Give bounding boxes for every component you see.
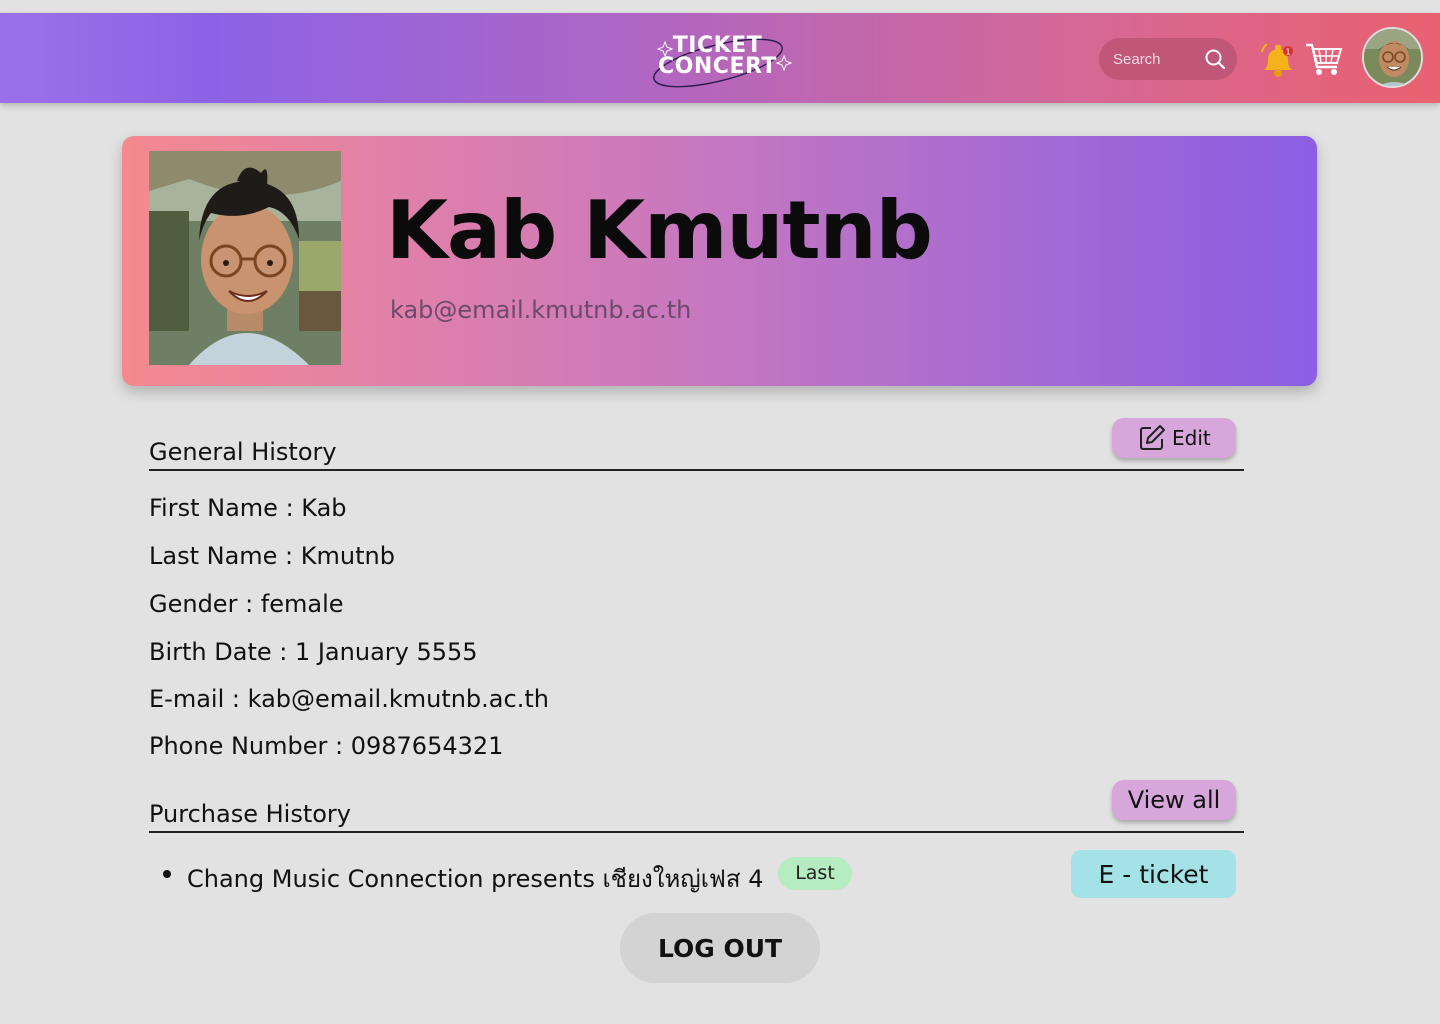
search-icon[interactable] <box>1204 48 1226 70</box>
e-ticket-button[interactable]: E - ticket <box>1071 850 1236 898</box>
last-name-field: Last Name : Kmutnb <box>149 542 395 570</box>
search-box[interactable] <box>1099 38 1237 80</box>
profile-photo <box>149 151 341 365</box>
general-history-title: General History <box>149 438 337 466</box>
user-avatar[interactable] <box>1362 27 1423 88</box>
profile-card: Kab Kmutnb kab@email.kmutnb.ac.th <box>122 136 1317 386</box>
phone-number-field: Phone Number : 0987654321 <box>149 732 504 760</box>
bell-icon[interactable]: 1 <box>1258 40 1298 80</box>
logo-line-2: CONCERT <box>658 54 777 79</box>
profile-email: kab@email.kmutnb.ac.th <box>390 296 692 324</box>
section-divider <box>149 469 1244 471</box>
purchase-event-name: Chang Music Connection presents เชียงใหญ… <box>187 865 764 893</box>
edit-label: Edit <box>1172 426 1211 450</box>
email-field: E-mail : kab@email.kmutnb.ac.th <box>149 685 549 713</box>
edit-icon <box>1140 425 1165 450</box>
bullet-icon <box>163 870 171 878</box>
profile-name: Kab Kmutnb <box>386 184 933 277</box>
gender-field: Gender : female <box>149 590 344 618</box>
cart-icon[interactable] <box>1304 39 1344 79</box>
view-all-button[interactable]: View all <box>1112 780 1236 820</box>
purchase-history-title: Purchase History <box>149 800 351 828</box>
notification-badge: 1 <box>1285 48 1290 57</box>
section-divider <box>149 831 1244 833</box>
birth-date-field: Birth Date : 1 January 5555 <box>149 638 478 666</box>
edit-button[interactable]: Edit <box>1112 418 1236 458</box>
ticket-concert-logo[interactable]: TICKET CONCERT <box>650 27 800 91</box>
search-input[interactable] <box>1113 48 1203 70</box>
logout-button[interactable]: LOG OUT <box>620 913 820 983</box>
first-name-field: First Name : Kab <box>149 494 347 522</box>
last-badge: Last <box>778 857 852 890</box>
logo-line-1: TICKET <box>672 33 763 58</box>
top-navbar: TICKET CONCERT 1 <box>0 13 1440 103</box>
